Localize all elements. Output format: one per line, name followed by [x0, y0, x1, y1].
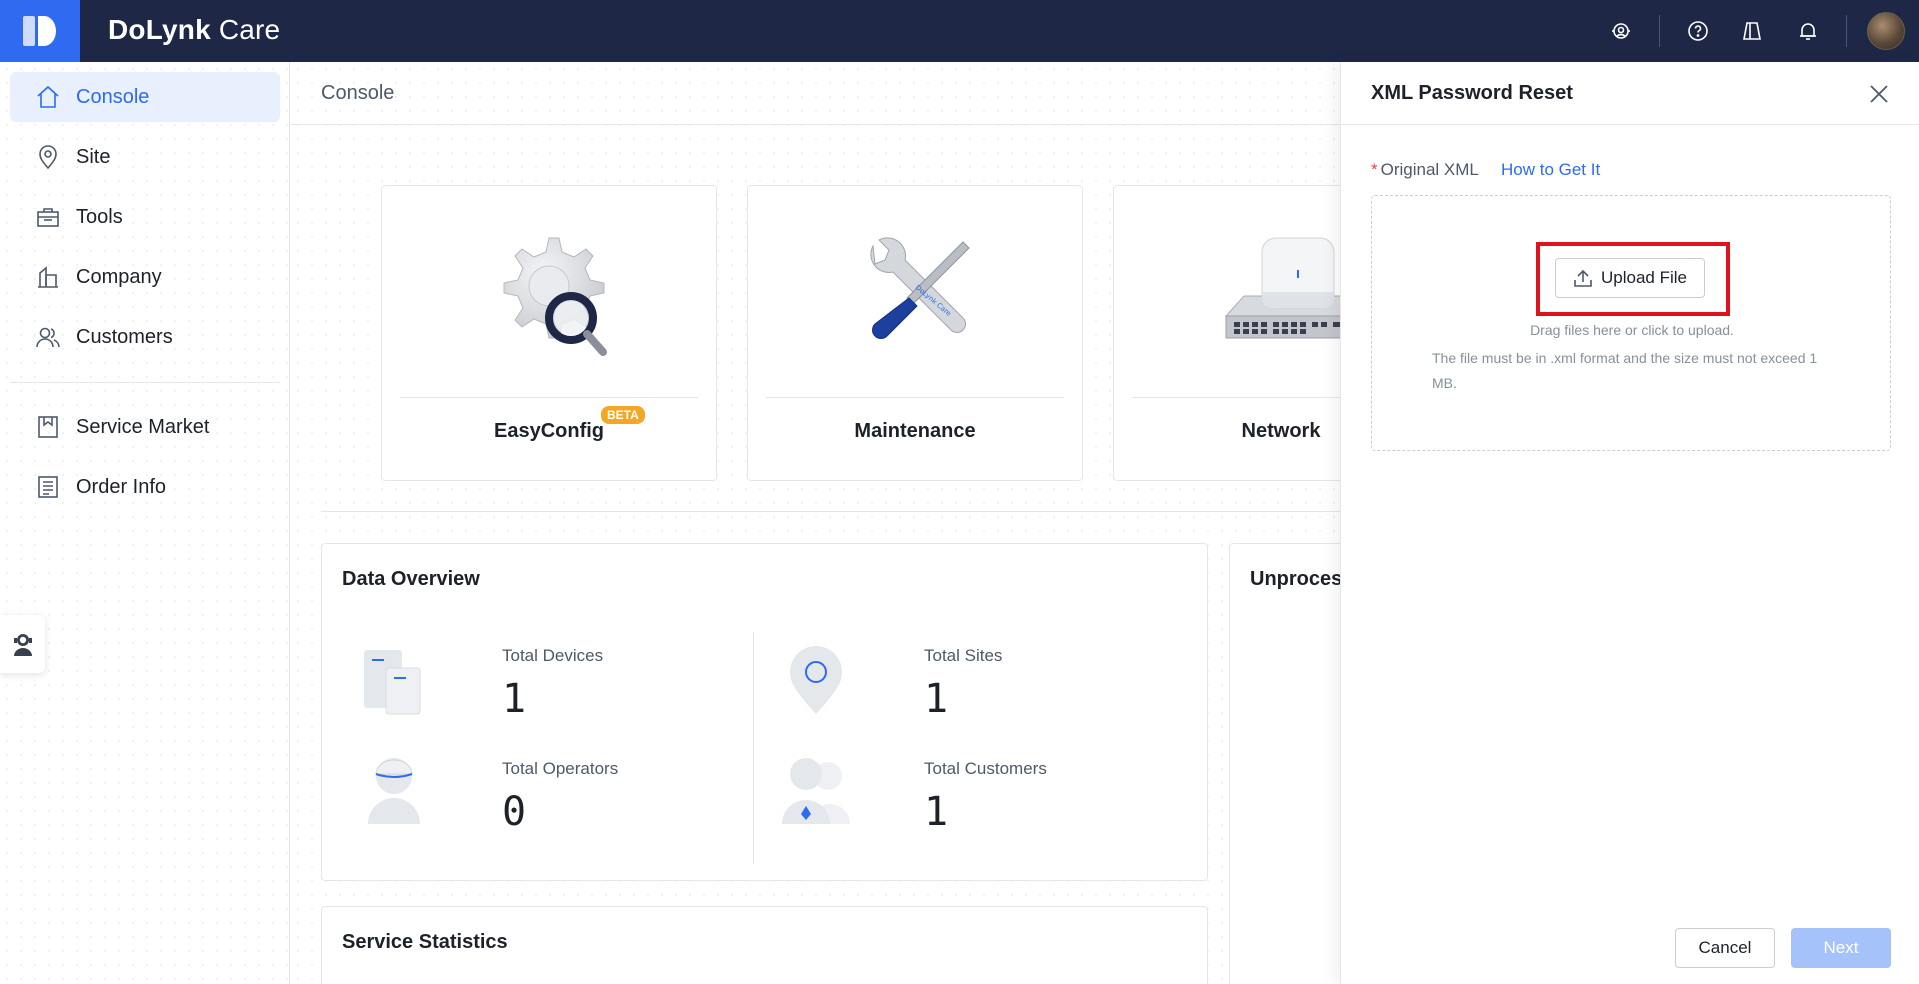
location-pin-icon: [34, 143, 62, 171]
stat-value: 1: [924, 676, 949, 722]
next-button[interactable]: Next: [1791, 928, 1891, 968]
brand-name: DoLynk Care: [108, 14, 281, 45]
sidebar-item-label: Site: [76, 145, 111, 168]
sidebar-item-order-info[interactable]: Order Info: [10, 462, 280, 512]
operator-icon: [368, 758, 420, 824]
drawer-title: XML Password Reset: [1371, 82, 1573, 104]
stat-value: 0: [502, 789, 527, 835]
original-xml-label: * Original XML: [1371, 160, 1479, 179]
xml-password-reset-drawer: XML Password Reset * Original XML How to …: [1340, 62, 1919, 984]
upload-icon: [1573, 268, 1593, 288]
feature-card-maintenance[interactable]: DoLynk Care Maintenance: [747, 185, 1083, 481]
feature-card-network[interactable]: Network: [1113, 185, 1341, 481]
devices-icon: [364, 650, 421, 715]
page-title: Console: [321, 82, 395, 104]
logo-icon[interactable]: [0, 0, 80, 62]
unprocessed-card: Unprocess: [1229, 543, 1341, 984]
upload-dropzone[interactable]: Upload File Drag files here or click to …: [1371, 195, 1891, 451]
main-content: Console EasyConfig BETA DoLynk Care Main…: [291, 62, 1341, 984]
stat-value: 1: [502, 676, 527, 722]
sidebar-item-label: Console: [76, 85, 150, 108]
column-divider: [753, 632, 754, 864]
stat-label: Total Sites: [924, 646, 1003, 665]
drawer-header-divider: [1341, 124, 1919, 125]
feature-card-easyconfig[interactable]: EasyConfig BETA: [381, 185, 717, 481]
sidebar-item-service-market[interactable]: Service Market: [10, 402, 280, 452]
sidebar-item-label: Company: [76, 265, 162, 288]
beta-badge: BETA: [601, 406, 645, 424]
upload-file-label: Upload File: [1601, 268, 1687, 287]
top-divider: [1659, 15, 1660, 47]
sidebar-item-site[interactable]: Site: [10, 132, 280, 182]
sidebar-item-label: Service Market: [76, 415, 210, 438]
data-overview-card: Data Overview Total Devices 1 Total Site…: [321, 543, 1208, 881]
wrench-screwdriver-icon: DoLynk Care: [870, 237, 970, 339]
header-divider: [291, 124, 1341, 125]
access-point-switch-icon: [1224, 237, 1341, 339]
stat-label: Total Operators: [502, 759, 619, 778]
site-pin-icon: [790, 646, 842, 714]
user-avatar[interactable]: [1867, 12, 1905, 50]
building-icon: [34, 263, 62, 291]
sidebar-item-customers[interactable]: Customers: [10, 312, 280, 362]
sidebar-item-console[interactable]: Console: [10, 72, 280, 122]
card-divider: [400, 397, 698, 398]
section-title: Unprocess: [1250, 568, 1341, 590]
users-icon: [34, 323, 62, 351]
toolbox-icon: [34, 203, 62, 231]
feature-label: EasyConfig: [493, 420, 605, 442]
stat-label: Total Devices: [502, 646, 604, 665]
upload-file-button[interactable]: Upload File: [1555, 258, 1705, 298]
required-mark: *: [1371, 160, 1378, 179]
section-title: Service Statistics: [342, 931, 508, 953]
support-agent-button[interactable]: [0, 615, 45, 673]
sidebar-item-tools[interactable]: Tools: [10, 192, 280, 242]
stat-label: Total Customers: [924, 759, 1047, 778]
sidebar-item-label: Customers: [76, 325, 173, 348]
bookmark-icon: [34, 413, 62, 441]
bell-icon[interactable]: [1796, 19, 1820, 43]
card-divider: [766, 397, 1064, 398]
top-divider: [1846, 15, 1847, 47]
service-statistics-card: Service Statistics: [321, 906, 1208, 984]
sidebar-item-company[interactable]: Company: [10, 252, 280, 302]
section-divider: [321, 511, 1341, 512]
sidebar-divider: [10, 382, 280, 383]
feature-label: Network: [1241, 420, 1321, 442]
customers-icon: [782, 758, 850, 824]
close-icon[interactable]: [1865, 80, 1893, 108]
feature-label: Maintenance: [854, 420, 976, 442]
gear-magnifier-icon: [503, 237, 607, 356]
help-icon[interactable]: [1686, 19, 1710, 43]
card-divider: [1132, 397, 1341, 398]
cancel-button[interactable]: Cancel: [1675, 928, 1775, 968]
document-list-icon: [34, 473, 62, 501]
stat-value: 1: [924, 789, 949, 835]
sidebar-item-label: Order Info: [76, 475, 167, 498]
home-icon: [34, 83, 62, 111]
section-title: Data Overview: [342, 568, 480, 590]
sidebar: Console Site Tools Company Customers Ser…: [0, 62, 290, 984]
service-agent-icon[interactable]: [1609, 19, 1633, 43]
top-bar: DoLynk Care: [0, 0, 1919, 62]
agent-icon: [13, 634, 32, 656]
upload-hint: Drag files here or click to upload.: [1530, 322, 1734, 338]
how-to-get-it-link[interactable]: How to Get It: [1501, 160, 1600, 180]
upload-rule-text: The file must be in .xml format and the …: [1432, 350, 1818, 391]
sidebar-item-label: Tools: [76, 205, 123, 228]
store-icon[interactable]: [1740, 19, 1764, 43]
